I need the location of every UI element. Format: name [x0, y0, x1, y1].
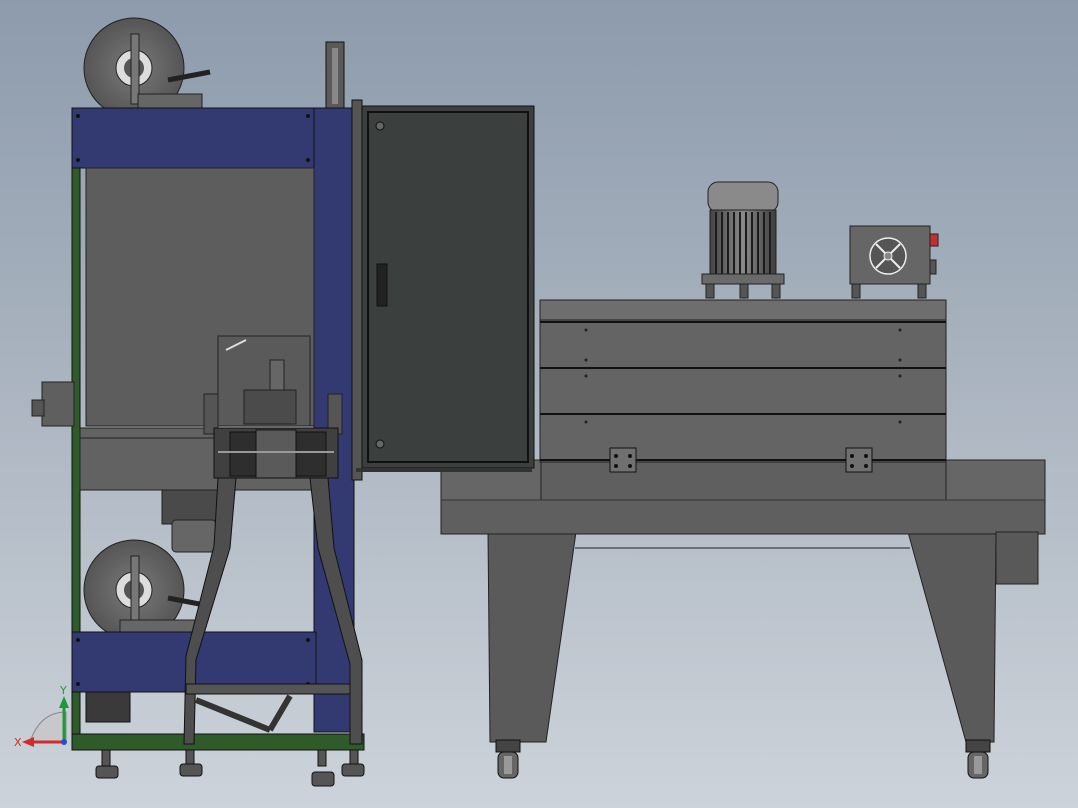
- frame-base-green: [71, 733, 365, 751]
- lift-cylinder: [325, 41, 345, 109]
- film-roll-bottom[interactable]: [83, 539, 211, 641]
- caster-left: [495, 739, 521, 779]
- hinge-right: [845, 447, 873, 473]
- caster-right: [965, 739, 991, 779]
- tunnel-leg-left: [487, 531, 577, 743]
- side-box: [995, 531, 1039, 585]
- tunnel-chamber: [539, 299, 947, 463]
- frame-top-blue: [71, 107, 317, 169]
- triad-y-label: Y: [59, 684, 67, 697]
- cad-viewport[interactable]: Y X: [0, 0, 1078, 808]
- coordinate-triad: Y X: [14, 684, 69, 749]
- leveling-feet: [95, 749, 365, 787]
- film-roll-top[interactable]: [83, 17, 211, 119]
- blower-motor[interactable]: [701, 181, 785, 299]
- cabinet-door-handle[interactable]: [376, 263, 388, 307]
- triad-x-label: X: [14, 736, 22, 749]
- machine-assembly-model[interactable]: Y X: [0, 0, 1078, 808]
- conveyor-motor: [161, 489, 221, 525]
- electrical-cabinet[interactable]: [351, 99, 535, 481]
- l-sealer[interactable]: [31, 17, 365, 787]
- triad-plane: [29, 711, 67, 743]
- side-handle[interactable]: [41, 381, 75, 427]
- cooling-fan-box[interactable]: [849, 225, 939, 299]
- hinge-left: [609, 447, 637, 473]
- tunnel-leg-right: [907, 531, 997, 743]
